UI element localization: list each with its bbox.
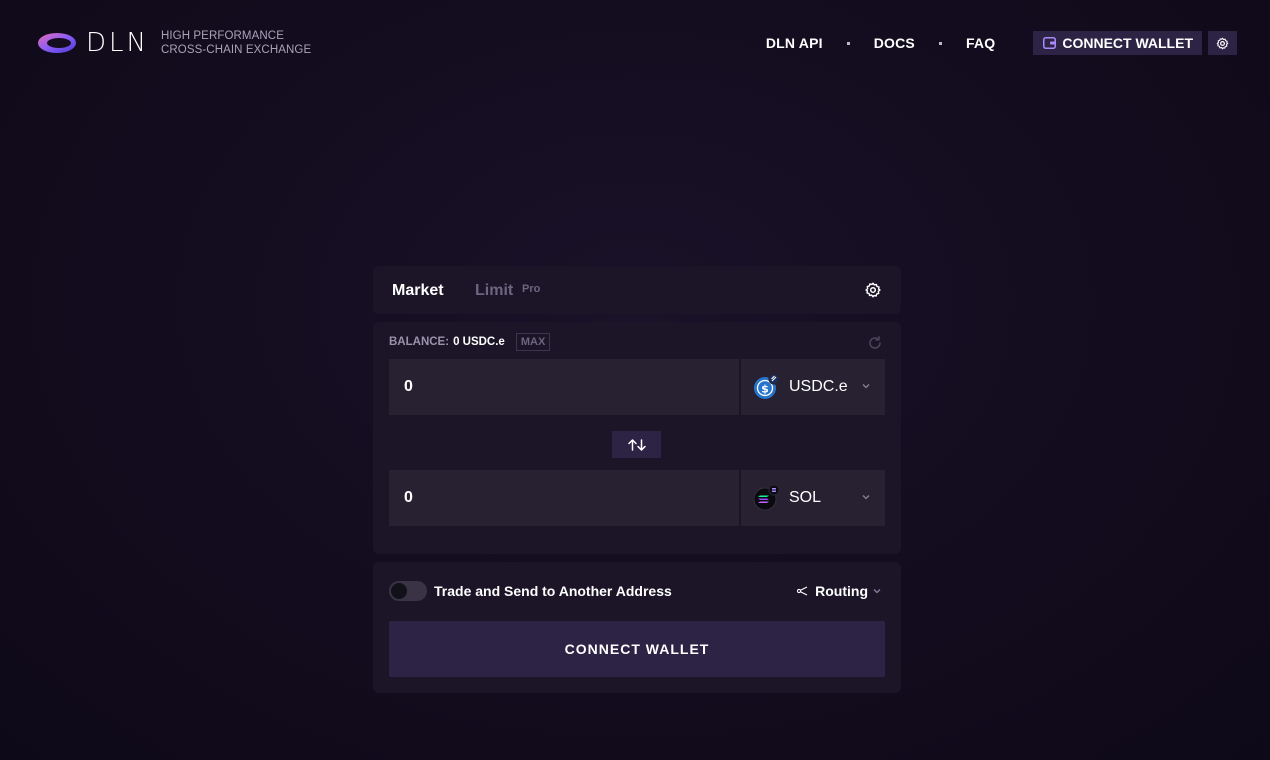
header: DLN HIGH PERFORMANCE CROSS-CHAIN EXCHANG… bbox=[0, 0, 1270, 86]
trade-mode-tabs: Market Limit Pro bbox=[373, 266, 901, 314]
send-to-address-toggle[interactable] bbox=[389, 581, 427, 601]
header-settings-button[interactable] bbox=[1208, 31, 1237, 55]
chevron-down-icon bbox=[862, 495, 870, 500]
from-amount-input[interactable] bbox=[389, 359, 739, 415]
nav-link-docs[interactable]: DOCS bbox=[874, 35, 915, 51]
top-nav: DLN API DOCS FAQ CONNECT WALLET bbox=[766, 31, 1237, 55]
nav-link-faq[interactable]: FAQ bbox=[966, 35, 995, 51]
nav-link-dln-api[interactable]: DLN API bbox=[766, 35, 823, 51]
balance-value: 0 USDC.e bbox=[453, 336, 505, 348]
header-connect-wallet-button[interactable]: CONNECT WALLET bbox=[1033, 31, 1202, 55]
pro-badge: Pro bbox=[522, 283, 541, 295]
to-token-select[interactable]: SOL bbox=[741, 470, 885, 526]
logo-ring-icon bbox=[38, 33, 76, 53]
send-to-address-label: Trade and Send to Another Address bbox=[434, 583, 672, 599]
from-token-name: USDC.e bbox=[789, 378, 848, 395]
gear-icon bbox=[1216, 37, 1229, 49]
nav-separator bbox=[938, 41, 942, 45]
tab-market[interactable]: Market bbox=[392, 282, 444, 300]
tagline-line1: HIGH PERFORMANCE bbox=[160, 30, 284, 42]
tagline: HIGH PERFORMANCE CROSS-CHAIN EXCHANGE bbox=[161, 29, 311, 57]
header-connect-wallet-label: CONNECT WALLET bbox=[1062, 35, 1193, 51]
swap-settings-gear-icon[interactable] bbox=[865, 282, 881, 298]
max-button[interactable]: MAX bbox=[515, 333, 551, 351]
swap-card: BALANCE: 0 USDC.e MAX $ USDC.e bbox=[373, 322, 901, 554]
balance-row: BALANCE: 0 USDC.e MAX bbox=[389, 333, 551, 351]
logo-text: DLN bbox=[86, 28, 149, 58]
logo[interactable]: DLN HIGH PERFORMANCE CROSS-CHAIN EXCHANG… bbox=[36, 28, 311, 58]
from-token-select[interactable]: $ USDC.e bbox=[741, 359, 885, 415]
chevron-down-icon bbox=[873, 589, 881, 594]
wallet-icon bbox=[1043, 37, 1057, 49]
action-card: Trade and Send to Another Address Routin… bbox=[373, 562, 901, 693]
to-amount-input[interactable] bbox=[389, 470, 739, 526]
connect-wallet-button[interactable]: CONNECT WALLET bbox=[389, 621, 885, 677]
toggle-knob bbox=[391, 583, 407, 599]
balance-label: BALANCE: bbox=[389, 336, 450, 348]
to-token-name: SOL bbox=[789, 489, 822, 506]
refresh-icon[interactable] bbox=[867, 335, 883, 351]
routing-icon bbox=[797, 586, 808, 596]
chevron-down-icon bbox=[862, 384, 870, 389]
routing-label: Routing bbox=[815, 583, 868, 599]
usdc-icon: $ bbox=[754, 374, 779, 399]
nav-separator bbox=[846, 41, 850, 45]
swap-arrows-icon bbox=[627, 438, 646, 451]
tagline-line2: CROSS-CHAIN EXCHANGE bbox=[160, 44, 312, 56]
routing-dropdown[interactable]: Routing bbox=[797, 583, 882, 599]
tab-limit[interactable]: Limit bbox=[475, 282, 513, 300]
solana-icon bbox=[753, 485, 779, 511]
svg-text:$: $ bbox=[761, 383, 769, 396]
flip-direction-button[interactable] bbox=[612, 431, 661, 458]
